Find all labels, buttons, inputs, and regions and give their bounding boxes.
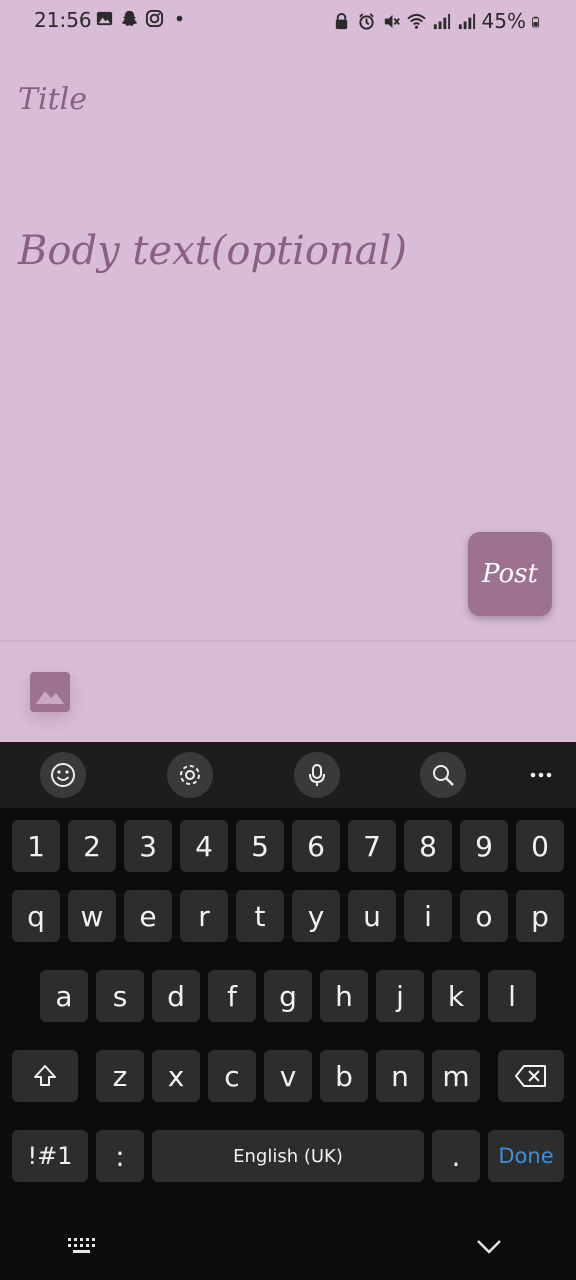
- done-key[interactable]: Done: [488, 1130, 564, 1182]
- period-key[interactable]: .: [432, 1130, 480, 1182]
- post-button[interactable]: Post: [468, 532, 552, 616]
- key-k[interactable]: k: [432, 970, 480, 1022]
- key-5[interactable]: 5: [236, 820, 284, 872]
- voice-input-button[interactable]: [294, 752, 340, 798]
- dot-icon: [176, 15, 183, 22]
- gallery-icon: [96, 11, 113, 26]
- key-o[interactable]: o: [460, 890, 508, 942]
- key-q[interactable]: q: [12, 890, 60, 942]
- symbols-key[interactable]: !#1: [12, 1130, 88, 1182]
- image-icon: [36, 691, 64, 704]
- key-x[interactable]: x: [152, 1050, 200, 1102]
- title-input[interactable]: Title: [18, 82, 87, 117]
- key-3[interactable]: 3: [124, 820, 172, 872]
- key-u[interactable]: u: [348, 890, 396, 942]
- more-options-button[interactable]: [518, 752, 564, 798]
- lock-icon: [335, 12, 347, 29]
- add-image-button[interactable]: [30, 672, 70, 712]
- key-0[interactable]: 0: [516, 820, 564, 872]
- keyboard-switch-icon[interactable]: [66, 1234, 98, 1258]
- snapchat-icon: [121, 10, 138, 27]
- emoji-button[interactable]: [40, 752, 86, 798]
- keyboard-toolbar: [0, 742, 576, 808]
- key-z[interactable]: z: [96, 1050, 144, 1102]
- key-l[interactable]: l: [488, 970, 536, 1022]
- key-t[interactable]: t: [236, 890, 284, 942]
- alarm-icon: [358, 12, 374, 30]
- key-e[interactable]: e: [124, 890, 172, 942]
- key-9[interactable]: 9: [460, 820, 508, 872]
- key-m[interactable]: m: [432, 1050, 480, 1102]
- key-7[interactable]: 7: [348, 820, 396, 872]
- backspace-icon: [515, 1065, 546, 1087]
- key-s[interactable]: s: [96, 970, 144, 1022]
- system-icons: 45%: [332, 9, 544, 33]
- more-icon: [530, 772, 552, 778]
- keyboard: 1 2 3 4 5 6 7 8 9 0 q w e r t y u i o p …: [0, 742, 576, 1280]
- key-d[interactable]: d: [152, 970, 200, 1022]
- key-8[interactable]: 8: [404, 820, 452, 872]
- key-r[interactable]: r: [180, 890, 228, 942]
- key-n[interactable]: n: [376, 1050, 424, 1102]
- signal-icon: [458, 13, 475, 29]
- key-6[interactable]: 6: [292, 820, 340, 872]
- notification-icons: [95, 9, 189, 28]
- settings-button[interactable]: [167, 752, 213, 798]
- mute-icon: [384, 14, 400, 28]
- instagram-icon: [145, 9, 164, 28]
- search-icon: [433, 765, 454, 786]
- battery-icon: [532, 16, 540, 27]
- key-h[interactable]: h: [320, 970, 368, 1022]
- navigation-bar: [0, 1216, 576, 1280]
- shift-icon: [34, 1065, 56, 1086]
- key-c[interactable]: c: [208, 1050, 256, 1102]
- key-4[interactable]: 4: [180, 820, 228, 872]
- key-2[interactable]: 2: [68, 820, 116, 872]
- microphone-icon: [309, 764, 325, 786]
- key-v[interactable]: v: [264, 1050, 312, 1102]
- shift-key[interactable]: [12, 1050, 78, 1102]
- body-text-input[interactable]: Body text(optional): [18, 228, 407, 274]
- key-w[interactable]: w: [68, 890, 116, 942]
- search-button[interactable]: [420, 752, 466, 798]
- status-time: 21:56: [34, 8, 92, 32]
- settings-icon: [180, 765, 200, 785]
- key-1[interactable]: 1: [12, 820, 60, 872]
- key-p[interactable]: p: [516, 890, 564, 942]
- status-bar: 21:56 45%: [0, 0, 576, 42]
- signal-icon: [433, 13, 450, 29]
- divider: [0, 640, 576, 642]
- space-key[interactable]: English (UK): [152, 1130, 424, 1182]
- key-y[interactable]: y: [292, 890, 340, 942]
- hide-keyboard-icon[interactable]: [474, 1234, 504, 1258]
- key-f[interactable]: f: [208, 970, 256, 1022]
- key-i[interactable]: i: [404, 890, 452, 942]
- key-b[interactable]: b: [320, 1050, 368, 1102]
- battery-percent: 45%: [481, 9, 526, 33]
- wifi-icon: [406, 13, 426, 29]
- key-g[interactable]: g: [264, 970, 312, 1022]
- colon-key[interactable]: :: [96, 1130, 144, 1182]
- emoji-icon: [51, 763, 75, 787]
- key-j[interactable]: j: [376, 970, 424, 1022]
- backspace-key[interactable]: [498, 1050, 564, 1102]
- key-a[interactable]: a: [40, 970, 88, 1022]
